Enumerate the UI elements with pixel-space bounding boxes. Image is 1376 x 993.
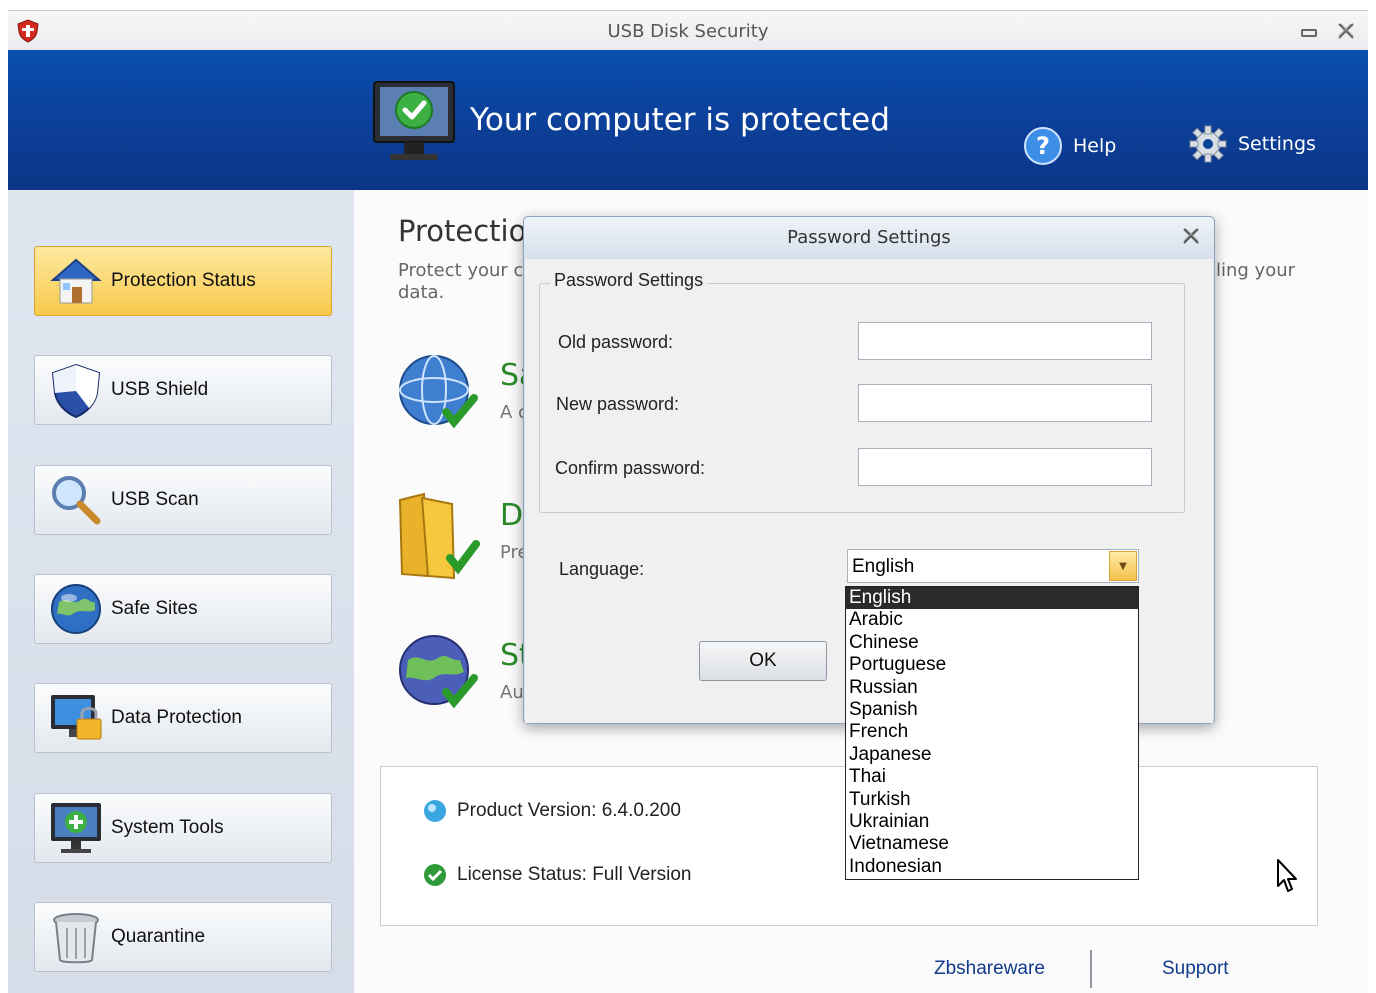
support-link[interactable]: Support bbox=[1162, 958, 1229, 980]
sidebar-item-usb-shield[interactable]: USB Shield bbox=[34, 355, 332, 425]
globe-icon bbox=[51, 584, 101, 634]
gear-icon bbox=[1189, 125, 1227, 163]
sidebar-item-safe-sites[interactable]: Safe Sites bbox=[34, 574, 332, 644]
monitor-tools-icon bbox=[51, 803, 101, 853]
house-icon bbox=[50, 258, 102, 304]
language-option-french[interactable]: French bbox=[846, 721, 1138, 743]
license-status: License Status: Full Version bbox=[457, 864, 692, 885]
footer-divider bbox=[1090, 950, 1092, 988]
language-option-russian[interactable]: Russian bbox=[846, 677, 1138, 699]
page-title: Protectio bbox=[398, 214, 527, 248]
sidebar-item-label: Safe Sites bbox=[111, 598, 198, 619]
trash-can-icon bbox=[53, 913, 99, 964]
language-option-portuguese[interactable]: Portuguese bbox=[846, 654, 1138, 676]
help-button[interactable]: ? Help bbox=[1023, 126, 1116, 166]
password-group: Password Settings Old password: New pass… bbox=[539, 270, 1185, 513]
dialog-title-bar: Password Settings bbox=[524, 217, 1214, 259]
sidebar-item-system-tools[interactable]: System Tools bbox=[34, 793, 332, 863]
dialog-close-button[interactable] bbox=[1178, 225, 1204, 249]
help-label: Help bbox=[1073, 135, 1117, 157]
monitor-check-icon bbox=[373, 81, 455, 160]
magnifier-icon bbox=[52, 476, 101, 525]
sidebar-item-data-protection[interactable]: Data Protection bbox=[34, 683, 332, 753]
new-password-input[interactable] bbox=[858, 384, 1152, 422]
ok-button[interactable]: OK bbox=[699, 641, 827, 681]
feature-title: D bbox=[500, 498, 524, 533]
language-option-vietnamese[interactable]: Vietnamese bbox=[846, 833, 1138, 855]
globe-check-icon bbox=[399, 355, 478, 429]
svg-text:?: ? bbox=[1036, 132, 1050, 160]
language-selected-value: English bbox=[852, 556, 915, 577]
check-circle-icon bbox=[424, 864, 446, 886]
language-dropdown-list: English Arabic Chinese Portuguese Russia… bbox=[845, 586, 1139, 880]
protection-headline: Your computer is protected bbox=[470, 102, 890, 138]
language-label: Language: bbox=[559, 559, 645, 579]
title-bar: USB Disk Security bbox=[8, 10, 1368, 50]
close-icon bbox=[1338, 23, 1354, 39]
sidebar-item-usb-scan[interactable]: USB Scan bbox=[34, 465, 332, 535]
product-version-row: Product Version: 6.4.0.200 bbox=[423, 799, 681, 823]
language-option-english[interactable]: English bbox=[846, 587, 1138, 610]
confirm-password-input[interactable] bbox=[858, 448, 1152, 486]
language-option-arabic[interactable]: Arabic bbox=[846, 609, 1138, 631]
window-title: USB Disk Security bbox=[607, 21, 769, 42]
language-select[interactable]: English ▼ bbox=[847, 549, 1139, 583]
sidebar-item-quarantine[interactable]: Quarantine bbox=[34, 902, 332, 972]
sidebar-item-protection-status[interactable]: Protection Status bbox=[34, 246, 332, 316]
group-label: Password Settings bbox=[550, 270, 708, 291]
sidebar-item-label: Protection Status bbox=[111, 270, 256, 291]
sidebar-item-label: USB Scan bbox=[111, 489, 199, 510]
earth-check-icon bbox=[399, 635, 478, 709]
product-version: Product Version: 6.4.0.200 bbox=[457, 800, 681, 821]
mouse-cursor-icon bbox=[1277, 859, 1297, 892]
license-status-row: License Status: Full Version bbox=[423, 863, 691, 887]
language-option-ukrainian[interactable]: Ukrainian bbox=[846, 811, 1138, 833]
status-banner: Your computer is protected ? Help Settin… bbox=[8, 50, 1368, 190]
feature-subtitle: Au bbox=[500, 682, 524, 703]
minimize-button[interactable] bbox=[1296, 19, 1322, 43]
sidebar-item-label: System Tools bbox=[111, 817, 224, 838]
language-option-chinese[interactable]: Chinese bbox=[846, 632, 1138, 654]
minimize-icon bbox=[1301, 29, 1317, 37]
sidebar-item-label: USB Shield bbox=[111, 379, 209, 400]
new-password-label: New password: bbox=[556, 394, 680, 414]
close-button[interactable] bbox=[1333, 19, 1359, 43]
app-window: USB Disk Security Your computer is prote… bbox=[0, 0, 1376, 993]
folder-check-icon bbox=[398, 492, 480, 580]
language-option-japanese[interactable]: Japanese bbox=[846, 744, 1138, 766]
page-description-fragment: ling your bbox=[1216, 260, 1296, 281]
sidebar-item-label: Data Protection bbox=[111, 707, 242, 728]
lock-monitor-icon bbox=[51, 695, 102, 740]
settings-button[interactable]: Settings bbox=[1188, 124, 1316, 164]
language-option-spanish[interactable]: Spanish bbox=[846, 699, 1138, 721]
close-icon bbox=[1183, 228, 1199, 244]
dialog-title: Password Settings bbox=[787, 227, 951, 248]
old-password-input[interactable] bbox=[858, 322, 1152, 360]
info-dot-icon bbox=[424, 800, 446, 822]
chevron-down-icon[interactable]: ▼ bbox=[1109, 551, 1137, 581]
confirm-password-label: Confirm password: bbox=[555, 458, 706, 478]
zbshareware-link[interactable]: Zbshareware bbox=[934, 958, 1045, 980]
help-icon: ? bbox=[1024, 127, 1062, 165]
sidebar-item-label: Quarantine bbox=[111, 926, 206, 947]
language-option-thai[interactable]: Thai bbox=[846, 766, 1138, 788]
settings-label: Settings bbox=[1238, 133, 1316, 155]
language-option-turkish[interactable]: Turkish bbox=[846, 789, 1138, 811]
old-password-label: Old password: bbox=[558, 332, 674, 352]
language-option-indonesian[interactable]: Indonesian bbox=[846, 856, 1138, 878]
sidebar: Protection Status USB Shield USB Scan Sa… bbox=[8, 190, 354, 993]
shield-icon bbox=[51, 363, 101, 419]
